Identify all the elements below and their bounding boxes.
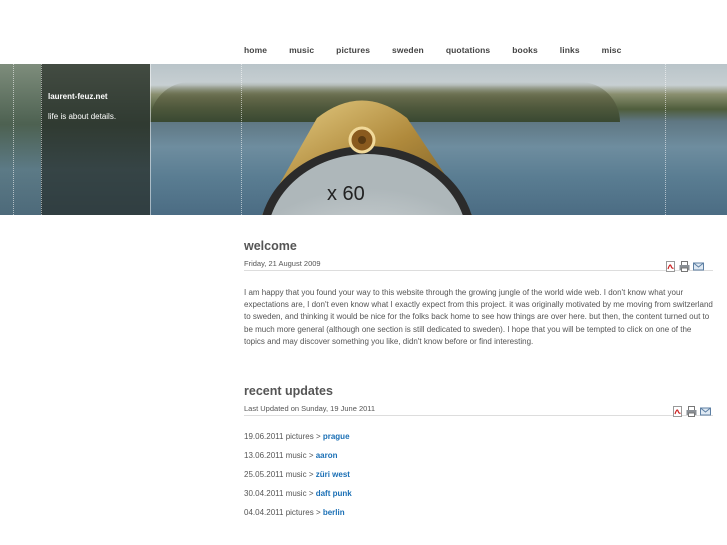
update-section: pictures bbox=[285, 508, 314, 517]
nav-misc[interactable]: misc bbox=[602, 45, 622, 55]
nav-sweden[interactable]: sweden bbox=[392, 45, 424, 55]
updates-list: 19.06.2011 pictures > prague 13.06.2011 … bbox=[244, 432, 352, 527]
list-item: 19.06.2011 pictures > prague bbox=[244, 432, 352, 451]
compass-dial-image: x 60 bbox=[262, 100, 472, 215]
update-link[interactable]: züri west bbox=[316, 470, 350, 479]
divider-line bbox=[41, 64, 42, 215]
welcome-text: I am happy that you found your way to th… bbox=[244, 288, 713, 346]
header-banner: laurent-feuz.net life is about details. … bbox=[0, 64, 727, 215]
update-link[interactable]: prague bbox=[323, 432, 350, 441]
email-icon[interactable] bbox=[693, 261, 704, 272]
list-item: 30.04.2011 music > daft punk bbox=[244, 489, 352, 508]
print-icon[interactable] bbox=[686, 406, 697, 417]
update-link[interactable]: berlin bbox=[323, 508, 345, 517]
email-icon[interactable] bbox=[700, 406, 711, 417]
divider-line bbox=[13, 64, 14, 215]
print-icon[interactable] bbox=[679, 261, 690, 272]
site-title[interactable]: laurent-feuz.net bbox=[48, 92, 108, 101]
nav-music[interactable]: music bbox=[289, 45, 314, 55]
pdf-icon[interactable] bbox=[665, 261, 676, 272]
update-link[interactable]: daft punk bbox=[316, 489, 352, 498]
updates-date: Last Updated on Sunday, 19 June 2011 bbox=[244, 404, 376, 413]
update-separator: > bbox=[315, 508, 321, 517]
update-separator: > bbox=[315, 432, 321, 441]
nav-books[interactable]: books bbox=[512, 45, 538, 55]
pdf-icon[interactable] bbox=[672, 406, 683, 417]
update-separator: > bbox=[308, 451, 314, 460]
update-separator: > bbox=[308, 489, 314, 498]
update-link[interactable]: aaron bbox=[316, 451, 338, 460]
update-section: pictures bbox=[285, 432, 314, 441]
update-date: 04.04.2011 bbox=[244, 508, 284, 517]
update-section: music bbox=[285, 470, 307, 479]
update-date: 30.04.2011 bbox=[244, 489, 284, 498]
nav-quotations[interactable]: quotations bbox=[446, 45, 490, 55]
update-section: music bbox=[285, 451, 307, 460]
welcome-divider bbox=[244, 270, 713, 271]
main-nav: home music pictures sweden quotations bo… bbox=[244, 45, 643, 55]
update-section: music bbox=[285, 489, 307, 498]
welcome-date: Friday, 21 August 2009 bbox=[244, 259, 321, 268]
list-item: 13.06.2011 music > aaron bbox=[244, 451, 352, 470]
divider-line bbox=[665, 64, 666, 215]
divider-line bbox=[150, 64, 151, 215]
update-separator: > bbox=[308, 470, 314, 479]
update-date: 25.05.2011 bbox=[244, 470, 284, 479]
updates-divider bbox=[244, 415, 713, 416]
nav-pictures[interactable]: pictures bbox=[336, 45, 370, 55]
update-date: 13.06.2011 bbox=[244, 451, 284, 460]
updates-tools bbox=[672, 406, 711, 417]
dial-label: x 60 bbox=[327, 183, 365, 205]
nav-home[interactable]: home bbox=[244, 45, 267, 55]
nav-links[interactable]: links bbox=[560, 45, 580, 55]
updates-title: recent updates bbox=[244, 384, 333, 398]
welcome-title: welcome bbox=[244, 239, 297, 253]
site-tagline: life is about details. bbox=[48, 112, 117, 121]
update-date: 19.06.2011 bbox=[244, 432, 284, 441]
list-item: 04.04.2011 pictures > berlin bbox=[244, 508, 352, 527]
welcome-tools bbox=[665, 261, 704, 272]
title-panel bbox=[41, 64, 150, 215]
list-item: 25.05.2011 music > züri west bbox=[244, 470, 352, 489]
